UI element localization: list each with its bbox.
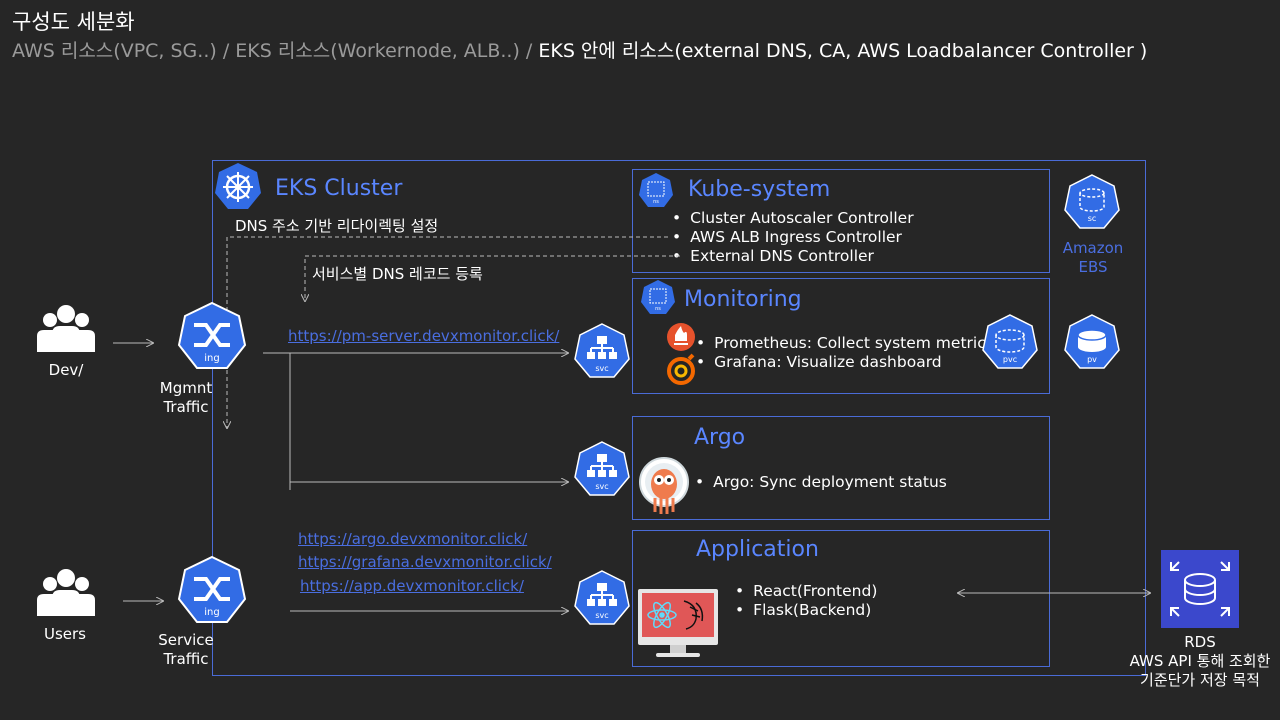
service-icon: svc xyxy=(574,570,630,625)
ns-label: ns xyxy=(653,199,659,205)
pvc-icon: pvc xyxy=(982,314,1038,369)
app-monitor-icon xyxy=(638,589,718,657)
pv-label: pv xyxy=(1087,355,1097,364)
argo-icon xyxy=(639,457,689,514)
pvc-label: pvc xyxy=(1003,355,1017,364)
ingress-icon: ing xyxy=(177,301,247,369)
users-icon xyxy=(37,569,95,616)
kubernetes-icon xyxy=(215,163,261,209)
svc-label: svc xyxy=(595,364,608,373)
grafana-icon xyxy=(667,353,695,385)
service-icon: svc xyxy=(574,323,630,378)
storageclass-icon: sc xyxy=(1064,174,1120,229)
namespace-icon: ns xyxy=(639,173,673,207)
pv-icon: pv xyxy=(1064,314,1120,369)
rds-icon xyxy=(1161,550,1239,628)
ing-label: ing xyxy=(204,353,219,364)
diagram-graphics: ns ns ing ing svc svc svc sc pvc pv xyxy=(37,163,1239,657)
svc-label: svc xyxy=(595,482,608,491)
dns-record-dashed-line xyxy=(305,255,680,301)
dev-users-icon xyxy=(37,305,95,352)
service-icon: svc xyxy=(574,441,630,496)
namespace-icon: ns xyxy=(641,280,675,314)
ingress-icon: ing xyxy=(177,555,247,623)
sc-label: sc xyxy=(1088,214,1097,223)
prometheus-icon xyxy=(667,323,695,351)
ing-to-argo-svc-arrow xyxy=(289,353,568,490)
ns-label: ns xyxy=(655,306,661,312)
svc-label: svc xyxy=(595,611,608,620)
ing-label: ing xyxy=(204,607,219,618)
